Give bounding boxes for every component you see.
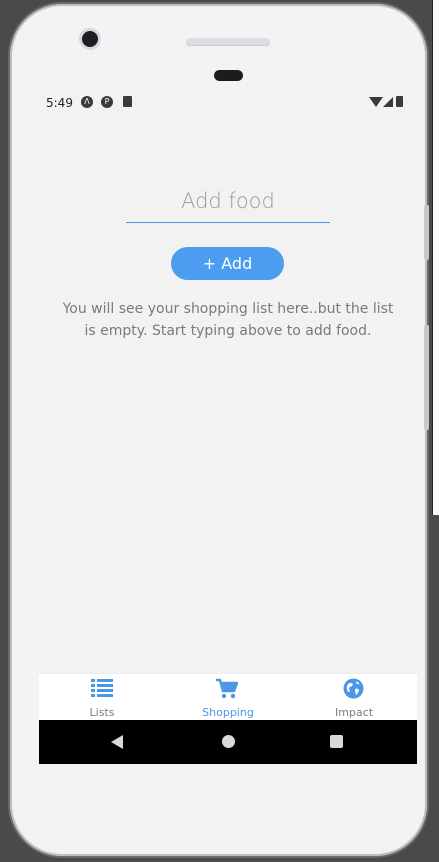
phone-frame: 5:49 Λ P + Add You will see your shoppin… <box>10 4 427 856</box>
app-screen: 5:49 Λ P + Add You will see your shoppin… <box>39 91 417 764</box>
power-button <box>424 205 429 260</box>
back-icon[interactable] <box>111 735 123 749</box>
tab-shopping-label: Shopping <box>202 706 254 719</box>
list-icon <box>91 679 113 697</box>
add-button[interactable]: + Add <box>171 247 284 280</box>
status-time: 5:49 <box>46 96 73 110</box>
add-food-input[interactable] <box>126 180 330 223</box>
earpiece-speaker <box>186 38 270 45</box>
bottom-tab-bar: Lists Shopping Impact <box>39 673 417 721</box>
battery-icon <box>396 96 403 107</box>
tab-shopping[interactable]: Shopping <box>165 674 291 721</box>
android-studio-icon: Λ <box>81 96 93 108</box>
recents-icon[interactable] <box>330 735 343 748</box>
volume-button <box>424 325 429 430</box>
system-nav-bar <box>39 720 417 764</box>
background-window-edge <box>432 0 439 515</box>
tab-lists[interactable]: Lists <box>39 674 165 721</box>
tab-impact-label: Impact <box>334 706 374 719</box>
empty-list-message: You will see your shopping list here..bu… <box>62 301 394 339</box>
home-icon[interactable] <box>222 735 235 748</box>
status-bar: 5:49 Λ P <box>39 91 417 115</box>
front-camera <box>82 31 98 47</box>
cart-icon <box>216 678 238 699</box>
signal-icon <box>383 97 393 107</box>
tab-lists-label: Lists <box>89 706 115 719</box>
tab-impact[interactable]: Impact <box>291 674 417 721</box>
proximity-sensor <box>214 70 243 81</box>
globe-icon <box>343 678 364 699</box>
wifi-icon <box>369 97 383 107</box>
sd-card-icon <box>123 96 132 107</box>
record-icon: P <box>101 96 113 108</box>
